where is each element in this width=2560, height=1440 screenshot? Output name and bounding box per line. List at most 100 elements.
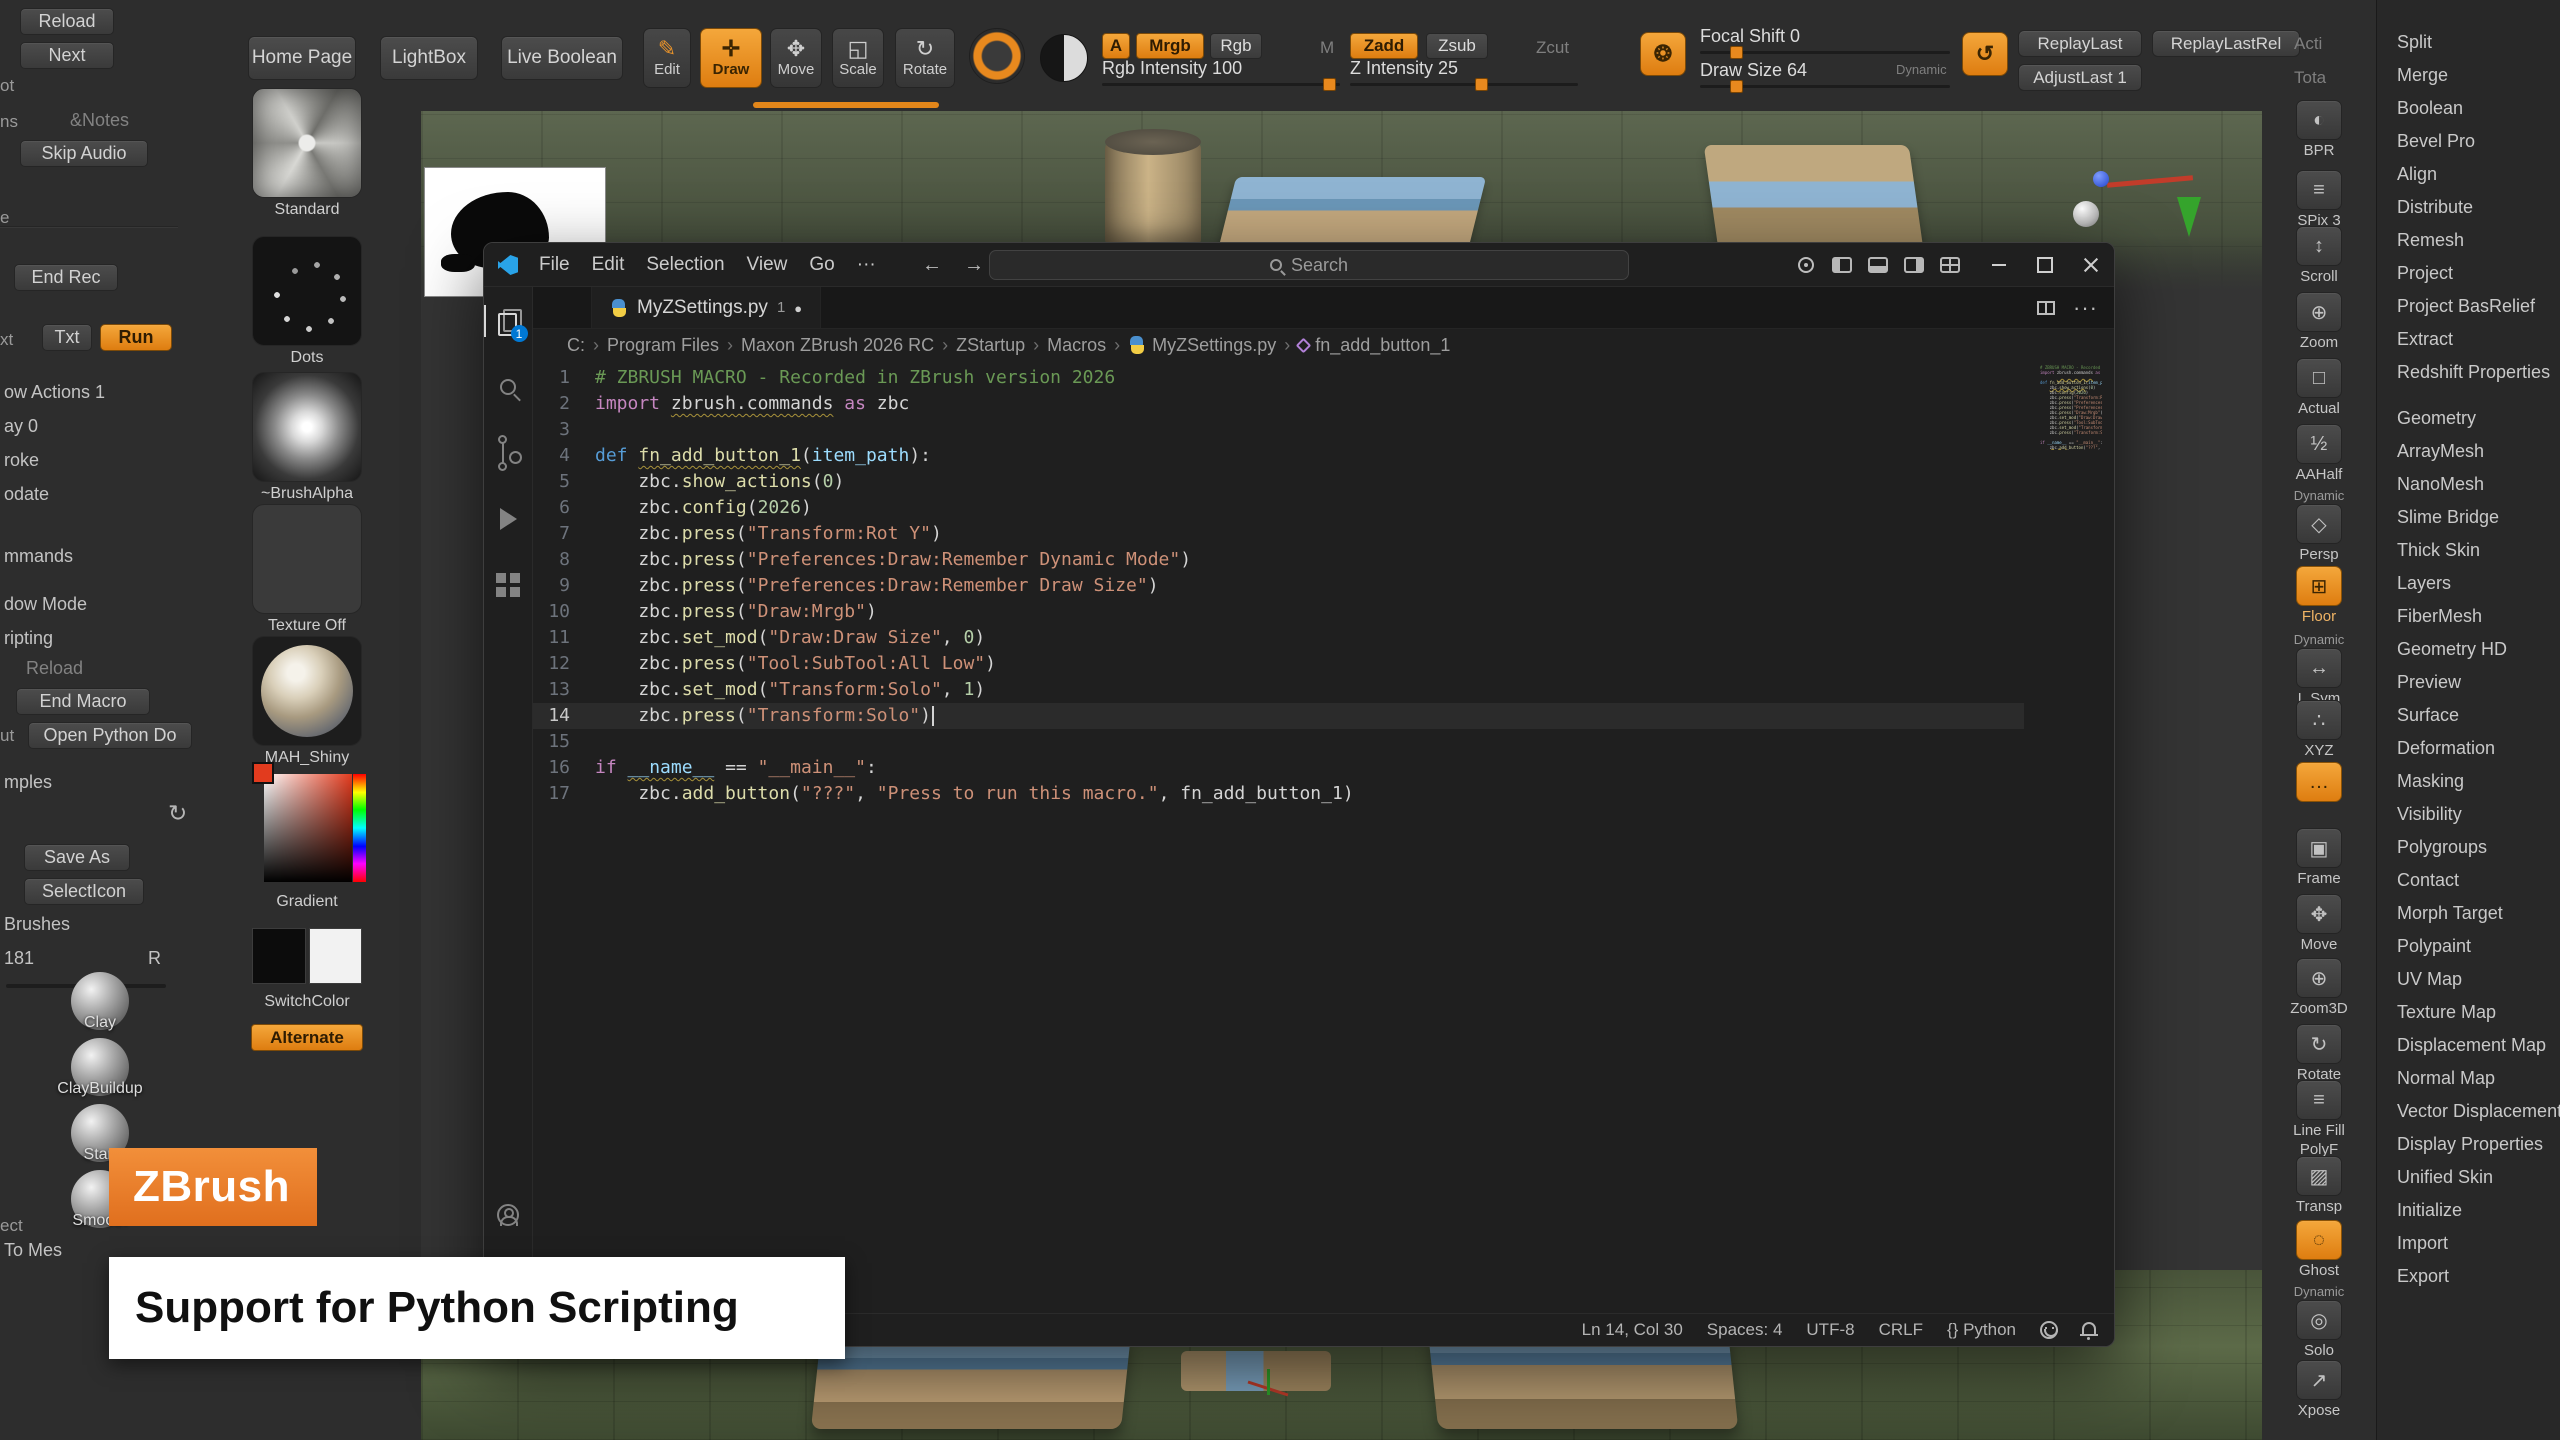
menu-project-basrelief[interactable]: Project BasRelief	[2377, 290, 2560, 323]
dots-thumbnail[interactable]	[252, 236, 362, 346]
notifications-bell-icon[interactable]	[2082, 1322, 2096, 1334]
menu-project[interactable]: Project	[2377, 257, 2560, 290]
actual-button[interactable]: □Actual	[2262, 358, 2376, 417]
split-editor-icon[interactable]	[2037, 301, 2055, 315]
editor[interactable]: 1# ZBRUSH MACRO - Recorded in ZBrush ver…	[533, 361, 2114, 1313]
code-line[interactable]: 9 zbc.press("Preferences:Draw:Remember D…	[533, 573, 2024, 599]
save-as-button[interactable]: Save As	[24, 844, 130, 871]
menu-masking[interactable]: Masking	[2377, 765, 2560, 798]
menu-arraymesh[interactable]: ArrayMesh	[2377, 435, 2560, 468]
feedback-smiley-icon[interactable]	[2040, 1321, 2058, 1339]
menu-geometry[interactable]: Geometry	[2377, 402, 2560, 435]
code-line[interactable]: 17 zbc.add_button("???", "Press to run t…	[533, 781, 2024, 807]
code-line[interactable]: 7 zbc.press("Transform:Rot Y")	[533, 521, 2024, 547]
live-boolean-button[interactable]: Live Boolean	[501, 36, 623, 80]
code-line[interactable]: 10 zbc.press("Draw:Mrgb")	[533, 599, 2024, 625]
hue-bar[interactable]	[353, 774, 366, 882]
txt-button[interactable]: Txt	[42, 324, 92, 351]
refresh-icon[interactable]: ↻	[168, 800, 187, 827]
menu-polypaint[interactable]: Polypaint	[2377, 930, 2560, 963]
menu-normal-map[interactable]: Normal Map	[2377, 1062, 2560, 1095]
code-line[interactable]: 11 zbc.set_mod("Draw:Draw Size", 0)	[533, 625, 2024, 651]
slider-handle[interactable]	[1475, 78, 1488, 91]
search-sidebar-icon[interactable]	[484, 363, 533, 411]
code-line[interactable]: 6 zbc.config(2026)	[533, 495, 2024, 521]
focal-shift-slider[interactable]: Focal Shift 0	[1700, 26, 1950, 60]
status-python[interactable]: {} Python	[1947, 1320, 2016, 1340]
status-spaces[interactable]: Spaces: 4	[1707, 1320, 1783, 1340]
replay-last-button[interactable]: ReplayLast	[2018, 30, 2142, 57]
menu-distribute[interactable]: Distribute	[2377, 191, 2560, 224]
menu-display-properties[interactable]: Display Properties	[2377, 1128, 2560, 1161]
breadcrumb-item[interactable]: Program Files	[607, 335, 719, 356]
menu-vector-displacement[interactable]: Vector Displacement	[2377, 1095, 2560, 1128]
menu-redshift-properties[interactable]: Redshift Properties	[2377, 356, 2560, 389]
slider-handle[interactable]	[1323, 78, 1336, 91]
frame-button[interactable]: ▣Frame	[2262, 828, 2376, 887]
code-line[interactable]: 4def fn_add_button_1(item_path):	[533, 443, 2024, 469]
edit-button[interactable]: ✎ Edit	[643, 28, 691, 88]
status-crlf[interactable]: CRLF	[1879, 1320, 1923, 1340]
saturation-value-box[interactable]	[264, 774, 352, 882]
rotate-button[interactable]: ↻Rotate	[2262, 1024, 2376, 1083]
menu-remesh[interactable]: Remesh	[2377, 224, 2560, 257]
code-line[interactable]: 2import zbrush.commands as zbc	[533, 391, 2024, 417]
l-sym-button[interactable]: Dynamic↔L.Sym	[2262, 632, 2376, 707]
menu-unified-skin[interactable]: Unified Skin	[2377, 1161, 2560, 1194]
menu-nanomesh[interactable]: NanoMesh	[2377, 468, 2560, 501]
brushalpha-thumbnail[interactable]	[252, 372, 362, 482]
selecticon-button[interactable]: SelectIcon	[24, 878, 144, 905]
breadcrumb-item[interactable]: ZStartup	[956, 335, 1025, 356]
floor-button[interactable]: ⊞Floor	[2262, 566, 2376, 625]
run-button[interactable]: Run	[100, 324, 172, 351]
extensions-icon[interactable]	[484, 561, 533, 609]
menu-geometry-hd[interactable]: Geometry HD	[2377, 633, 2560, 666]
end-rec-button[interactable]: End Rec	[14, 264, 118, 291]
black-swatch[interactable]	[252, 928, 306, 984]
menu-import[interactable]: Import	[2377, 1227, 2560, 1260]
z-intensity-slider[interactable]: Z Intensity 25	[1350, 58, 1578, 92]
current-color-swatch[interactable]	[252, 762, 274, 784]
menu-extract[interactable]: Extract	[2377, 323, 2560, 356]
code-line[interactable]: 3	[533, 417, 2024, 443]
open-python-do-button[interactable]: Open Python Do	[28, 722, 192, 749]
menu-merge[interactable]: Merge	[2377, 59, 2560, 92]
menu-preview[interactable]: Preview	[2377, 666, 2560, 699]
rotate-button[interactable]: ↻ Rotate	[895, 28, 955, 88]
breadcrumb-item[interactable]: fn_add_button_1	[1298, 335, 1450, 356]
menu-selection[interactable]: Selection	[635, 254, 735, 276]
back-arrow-icon[interactable]	[922, 254, 942, 277]
source-control-icon[interactable]	[484, 429, 533, 477]
explorer-icon[interactable]: 1	[484, 297, 533, 345]
forward-arrow-icon[interactable]	[964, 254, 984, 277]
a-toggle[interactable]: A	[1102, 33, 1130, 59]
menu-edit[interactable]: Edit	[581, 254, 636, 276]
zadd-toggle[interactable]: Zadd	[1350, 33, 1418, 59]
zcut-toggle[interactable]: Zcut	[1536, 38, 1569, 58]
mah-shiny-thumbnail[interactable]	[252, 636, 362, 746]
scale-button[interactable]: ◱ Scale	[832, 28, 884, 88]
run-debug-icon[interactable]	[484, 495, 533, 543]
status-utf-8[interactable]: UTF-8	[1806, 1320, 1854, 1340]
menu-polygroups[interactable]: Polygroups	[2377, 831, 2560, 864]
solo-button[interactable]: Dynamic◎Solo	[2262, 1284, 2376, 1359]
menu-thick-skin[interactable]: Thick Skin	[2377, 534, 2560, 567]
search-box[interactable]: Search	[989, 250, 1629, 280]
maximize-button[interactable]	[2022, 243, 2068, 287]
code-line[interactable]: 14 zbc.press("Transform:Solo")	[533, 703, 2024, 729]
menu-morph-target[interactable]: Morph Target	[2377, 897, 2560, 930]
alternate-button[interactable]: Alternate	[251, 1024, 363, 1051]
code-line[interactable]: 16if __name__ == "__main__":	[533, 755, 2024, 781]
line-fill-button[interactable]: ≡Line FillPolyF	[2262, 1080, 2376, 1158]
code-line[interactable]: 13 zbc.set_mod("Transform:Solo", 1)	[533, 677, 2024, 703]
slider-handle[interactable]	[1730, 80, 1743, 93]
persp-button[interactable]: Dynamic◇Persp	[2262, 488, 2376, 563]
menu-fibermesh[interactable]: FiberMesh	[2377, 600, 2560, 633]
m-toggle[interactable]: M	[1320, 38, 1334, 58]
menu-view[interactable]: View	[736, 254, 799, 276]
transp-button[interactable]: ▨Transp	[2262, 1156, 2376, 1215]
more-actions-icon[interactable]	[2073, 295, 2098, 321]
rgb-toggle[interactable]: Rgb	[1210, 33, 1262, 59]
breadcrumb-item[interactable]: MyZSettings.py	[1128, 335, 1276, 356]
menu-layers[interactable]: Layers	[2377, 567, 2560, 600]
